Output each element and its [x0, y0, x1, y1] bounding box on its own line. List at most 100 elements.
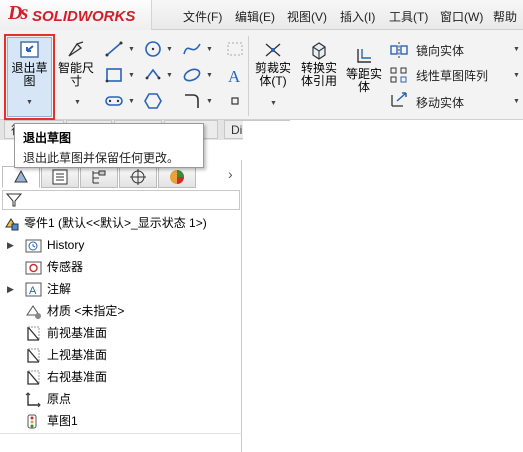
- annotations-icon: A: [25, 282, 42, 297]
- material-label: 材质 <未指定>: [47, 304, 125, 318]
- rectangle-dropdown-icon[interactable]: ▼: [128, 72, 135, 79]
- tooltip-title: 退出草图: [23, 131, 72, 145]
- fillet-dropdown-icon[interactable]: ▼: [206, 98, 213, 105]
- plane-icon: [27, 370, 40, 385]
- menu-tools[interactable]: 工具(T): [389, 8, 428, 25]
- tree-item-sensors[interactable]: 传感器: [0, 256, 240, 278]
- configuration-manager-icon: [92, 170, 106, 184]
- trim-label: 剪裁实 体(T): [254, 61, 291, 88]
- tab-feature-manager[interactable]: [2, 166, 40, 188]
- rectangle-icon[interactable]: [104, 66, 124, 84]
- part-name: 零件1 (默认<<默认>_显示状态 1>): [24, 216, 207, 230]
- feature-tree-filter[interactable]: [2, 190, 240, 210]
- part-icon: [5, 218, 19, 231]
- line-icon[interactable]: [104, 40, 124, 58]
- trim-entities-button[interactable]: 剪裁实 体(T): [252, 40, 294, 88]
- tree-divider: [0, 433, 242, 434]
- front-plane-label: 前视基准面: [47, 326, 108, 340]
- menu-insert[interactable]: 插入(I): [340, 8, 375, 25]
- annotations-label: 注解: [47, 282, 72, 296]
- mirror-entities-label[interactable]: 镜向实体: [416, 42, 464, 59]
- tree-item-material[interactable]: 材质 <未指定>: [0, 300, 240, 322]
- spline-dropdown-icon[interactable]: ▼: [206, 46, 213, 53]
- tab-configuration-manager[interactable]: [80, 166, 118, 188]
- property-manager-icon: [52, 169, 68, 185]
- polygon-icon[interactable]: [143, 92, 163, 110]
- spline-icon[interactable]: [182, 40, 202, 58]
- smart-dimension-dropdown-icon[interactable]: ▼: [74, 99, 81, 106]
- smart-dimension-button[interactable]: 智能尺 寸: [56, 40, 96, 88]
- tree-item-top-plane[interactable]: 上视基准面: [0, 344, 240, 366]
- panel-collapse-chevron-icon[interactable]: ›: [228, 166, 233, 182]
- tree-root-part[interactable]: 零件1 (默认<<默认>_显示状态 1>): [0, 212, 240, 234]
- menu-view[interactable]: 视图(V): [287, 8, 327, 25]
- tree-item-history[interactable]: ▶ History: [0, 234, 240, 256]
- tab-dimxpert-manager[interactable]: [119, 166, 157, 188]
- tab-property-manager[interactable]: [41, 166, 79, 188]
- circle-dropdown-icon[interactable]: ▼: [166, 46, 173, 53]
- material-icon: [26, 305, 41, 319]
- expand-arrow-icon[interactable]: ▶: [7, 278, 14, 300]
- sketch-icon: [27, 414, 37, 429]
- menu-window[interactable]: 窗口(W): [440, 8, 483, 25]
- move-entities-label[interactable]: 移动实体: [416, 94, 464, 111]
- trim-icon: [265, 43, 281, 57]
- menu-file[interactable]: 文件(F): [183, 8, 222, 25]
- sketch1-label: 草图1: [47, 414, 78, 428]
- mirror-entities-icon[interactable]: [389, 41, 409, 59]
- menu-help[interactable]: 帮助: [493, 8, 517, 25]
- solidworks-window: Ds SOLIDWORKS 文件(F) 编辑(E) 视图(V) 插入(I) 工具…: [0, 0, 523, 452]
- origin-icon: [25, 392, 41, 408]
- plane-icon: [27, 348, 40, 363]
- point-icon[interactable]: [225, 92, 245, 110]
- line-dropdown-icon[interactable]: ▼: [128, 46, 135, 53]
- smart-dimension-icon: [68, 41, 84, 57]
- convert-entities-button[interactable]: 转换实 体引用: [298, 40, 340, 88]
- graphics-area[interactable]: [243, 121, 523, 452]
- ribbon-overflow-icon[interactable]: ▼: [513, 46, 520, 53]
- title-bar: Ds SOLIDWORKS 文件(F) 编辑(E) 视图(V) 插入(I) 工具…: [0, 0, 523, 30]
- linear-pattern-label[interactable]: 线性草图阵列: [416, 67, 488, 84]
- tree-item-front-plane[interactable]: 前视基准面: [0, 322, 240, 344]
- ribbon-separator: [248, 36, 249, 116]
- tree-item-right-plane[interactable]: 右视基准面: [0, 366, 240, 388]
- tree-item-sketch1[interactable]: 草图1: [0, 410, 240, 432]
- exit-sketch-highlight-frame: [4, 34, 55, 120]
- feature-tree-icon: [14, 169, 28, 183]
- svg-text:A: A: [228, 67, 241, 84]
- slot-icon[interactable]: [143, 66, 163, 84]
- history-label: History: [47, 238, 85, 252]
- slot-dropdown-icon[interactable]: ▼: [128, 98, 135, 105]
- expand-arrow-icon[interactable]: ▶: [7, 234, 14, 256]
- menu-edit[interactable]: 编辑(E): [235, 8, 275, 25]
- offset-entities-button[interactable]: 等距实 体: [343, 46, 385, 94]
- display-manager-icon: [170, 170, 184, 184]
- smart-dimension-label: 智能尺 寸: [57, 61, 94, 88]
- filter-icon: [5, 193, 23, 207]
- ds-logo-mark: Ds: [8, 2, 28, 24]
- tree-item-annotations[interactable]: ▶ A 注解: [0, 278, 240, 300]
- right-plane-label: 右视基准面: [47, 370, 108, 384]
- ellipse-icon[interactable]: [182, 66, 202, 84]
- move-entities-dropdown-icon[interactable]: ▼: [513, 98, 520, 105]
- linear-pattern-dropdown-icon[interactable]: ▼: [513, 72, 520, 79]
- offset-entities-label: 等距实 体: [345, 67, 382, 94]
- origin-label: 原点: [47, 392, 72, 406]
- top-plane-label: 上视基准面: [47, 348, 108, 362]
- trim-dropdown-icon[interactable]: ▼: [270, 100, 277, 107]
- circle-icon[interactable]: [143, 40, 163, 58]
- tree-item-origin[interactable]: 原点: [0, 388, 240, 410]
- solidworks-logo[interactable]: Ds SOLIDWORKS: [0, 0, 152, 30]
- text-icon[interactable]: A: [225, 66, 245, 84]
- arc-dropdown-icon[interactable]: ▼: [166, 72, 173, 79]
- linear-pattern-icon[interactable]: [389, 66, 409, 84]
- construction-geometry-icon[interactable]: [225, 40, 245, 58]
- ellipse-dropdown-icon[interactable]: ▼: [206, 72, 213, 79]
- fillet-icon[interactable]: [182, 92, 202, 110]
- tab-display-manager[interactable]: [158, 166, 196, 188]
- tooltip-description: 退出此草图并保留任何更改。: [23, 151, 180, 165]
- svg-text:A: A: [29, 285, 37, 297]
- slot-straight-icon[interactable]: [104, 92, 124, 110]
- history-folder-icon: [25, 239, 42, 253]
- move-entities-icon[interactable]: [389, 91, 409, 109]
